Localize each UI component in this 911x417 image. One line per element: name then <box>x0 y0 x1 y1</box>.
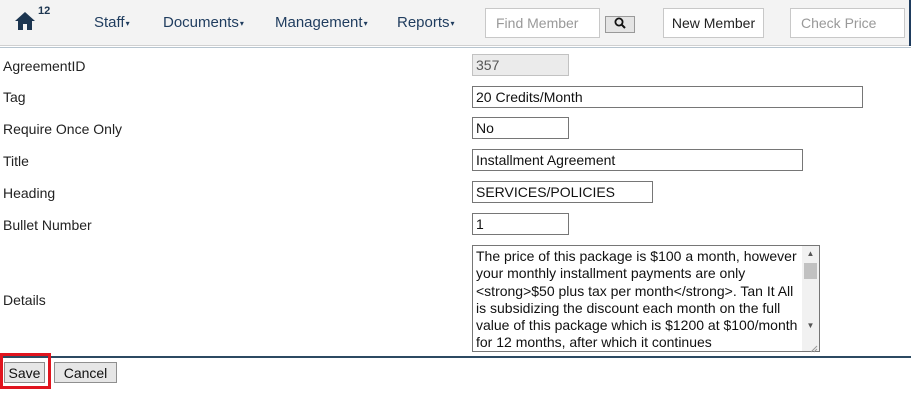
heading-field[interactable] <box>472 181 653 203</box>
caret-down-icon: ▾ <box>125 18 130 28</box>
caret-down-icon: ▾ <box>450 18 455 28</box>
details-label: Details <box>3 292 46 308</box>
save-button[interactable]: Save <box>4 362 45 383</box>
new-member-button[interactable]: New Member <box>663 8 764 38</box>
scroll-up-arrow-icon[interactable]: ▲ <box>802 246 819 262</box>
agreement-id-label: AgreementID <box>3 58 86 74</box>
scroll-down-arrow-icon[interactable]: ▼ <box>802 318 819 334</box>
bullet-number-field[interactable] <box>472 213 569 235</box>
form-bottom-divider <box>0 356 911 358</box>
details-scrollbar[interactable]: ▲ ▼ <box>802 246 819 351</box>
find-member-input[interactable] <box>485 8 600 38</box>
home-icon[interactable] <box>14 10 36 32</box>
search-button[interactable] <box>605 16 635 33</box>
agreement-id-field <box>472 54 569 76</box>
tag-field[interactable] <box>472 86 863 108</box>
menu-reports-label: Reports <box>397 14 450 31</box>
menu-reports[interactable]: Reports▾ <box>397 14 455 31</box>
tag-label: Tag <box>3 89 26 105</box>
search-icon <box>614 17 626 32</box>
title-field[interactable] <box>472 149 803 171</box>
menu-staff-label: Staff <box>94 14 125 31</box>
title-label: Title <box>3 153 29 169</box>
cancel-button[interactable]: Cancel <box>54 362 117 383</box>
menu-documents-label: Documents <box>163 14 239 31</box>
form-top-divider <box>0 47 911 48</box>
details-textarea[interactable]: The price of this package is $100 a mont… <box>472 245 820 353</box>
resize-grip-icon[interactable] <box>808 340 818 353</box>
menu-management-label: Management <box>275 14 363 31</box>
menu-management[interactable]: Management▾ <box>275 14 368 31</box>
top-navbar: 12 Staff▾ Documents▾ Management▾ Reports… <box>0 0 911 46</box>
caret-down-icon: ▾ <box>239 18 244 28</box>
scrollbar-thumb[interactable] <box>804 263 817 279</box>
require-once-only-label: Require Once Only <box>3 121 123 137</box>
heading-label: Heading <box>3 185 56 201</box>
menu-staff[interactable]: Staff▾ <box>94 14 130 31</box>
require-once-only-field[interactable] <box>472 117 569 139</box>
notification-count-badge[interactable]: 12 <box>38 5 50 17</box>
bullet-number-label: Bullet Number <box>3 217 92 233</box>
menu-documents[interactable]: Documents▾ <box>163 14 244 31</box>
details-text[interactable]: The price of this package is $100 a mont… <box>476 248 802 349</box>
caret-down-icon: ▾ <box>363 18 368 28</box>
check-price-input[interactable] <box>790 8 905 38</box>
